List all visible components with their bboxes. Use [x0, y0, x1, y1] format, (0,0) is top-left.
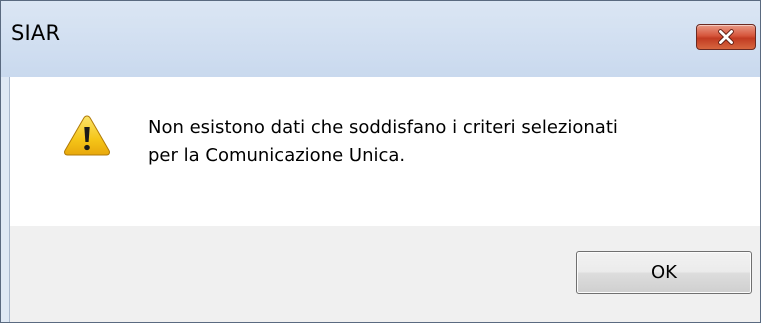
warning-icon	[64, 115, 110, 156]
ok-button[interactable]: OK	[576, 251, 752, 294]
title-bar[interactable]: SIAR	[1, 1, 760, 77]
message-area: Non esistono dati che soddisfano i crite…	[10, 77, 760, 226]
message-line-1: Non esistono dati che soddisfano i crite…	[148, 117, 618, 138]
dialog-body: Non esistono dati che soddisfano i crite…	[9, 77, 760, 322]
close-icon	[718, 29, 734, 45]
message-box-window: SIAR Non esistono dati che soddisfano i …	[0, 0, 761, 323]
message-text: Non esistono dati che soddisfano i crite…	[148, 114, 708, 170]
message-line-2: per la Comunicazione Unica.	[148, 145, 406, 166]
close-button[interactable]	[696, 24, 756, 50]
window-title: SIAR	[11, 21, 61, 45]
button-bar: OK	[10, 226, 760, 322]
